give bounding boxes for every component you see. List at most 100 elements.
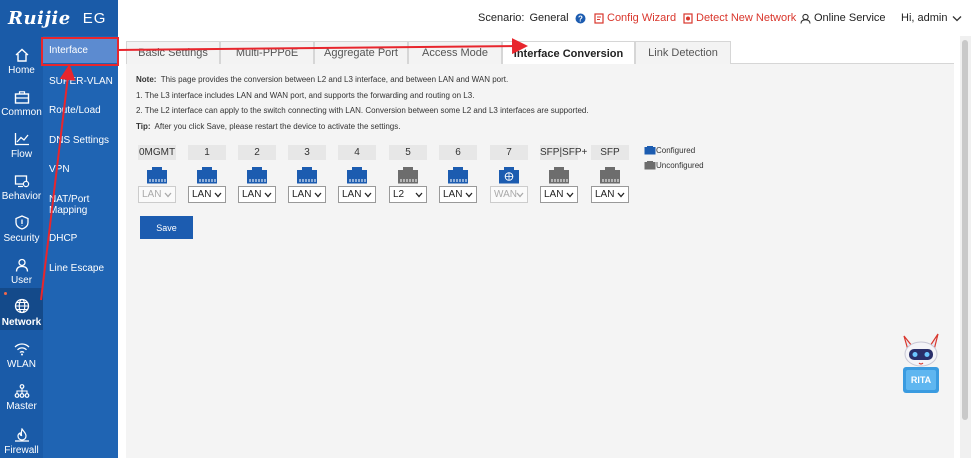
port-unconfigured-icon xyxy=(644,161,656,170)
note-block: Note: This page provides the conversion … xyxy=(136,72,589,134)
nav-label: Security xyxy=(3,233,40,244)
save-button[interactable]: Save xyxy=(140,216,193,239)
port-mode-select[interactable]: LAN xyxy=(188,186,226,203)
nav-item-network[interactable]: Network xyxy=(0,288,43,330)
note-line: Tip: After you click Save, please restar… xyxy=(136,119,589,135)
port-column: 5 xyxy=(389,145,427,186)
nav-item-common[interactable]: Common xyxy=(0,78,43,120)
port-configured-icon[interactable] xyxy=(188,164,226,186)
nav-label: Flow xyxy=(10,149,33,160)
config-wizard-link[interactable]: Config Wizard xyxy=(594,12,676,24)
nav-item-flow[interactable]: Flow xyxy=(0,120,43,162)
note-line: Note: This page provides the conversion … xyxy=(136,72,589,88)
subnav-item-interface[interactable]: Interface xyxy=(43,39,118,63)
tab-aggregate-port[interactable]: Aggregate Port xyxy=(314,41,408,64)
port-mode-value: LAN xyxy=(342,189,362,200)
port-mode-select[interactable]: LAN xyxy=(540,186,578,203)
nav-label: Behavior xyxy=(1,191,42,202)
port-column: SFP|SFP+ xyxy=(540,145,588,186)
nav-item-user[interactable]: User xyxy=(0,246,43,288)
port-configured-icon xyxy=(644,146,656,155)
port-mode-value: WAN xyxy=(494,189,517,200)
tab-link-detection[interactable]: Link Detection xyxy=(635,41,731,64)
user-icon xyxy=(15,258,28,272)
nav-item-wlan[interactable]: WLAN xyxy=(0,330,43,372)
nav-item-home[interactable]: Home xyxy=(0,36,43,78)
svg-text:?: ? xyxy=(578,14,583,23)
tab-basic-settings[interactable]: Basic Settings xyxy=(126,41,220,64)
port-column: 6 xyxy=(439,145,477,186)
port-configured-icon[interactable] xyxy=(439,164,477,186)
subnav-item-dns-settings[interactable]: DNS Settings xyxy=(43,135,118,146)
port-mode-value: LAN xyxy=(443,189,463,200)
headset-icon xyxy=(800,13,811,24)
tab-bar: Basic Settings Multi-PPPoE Aggregate Por… xyxy=(126,41,954,65)
port-mode-select[interactable]: LAN xyxy=(338,186,376,203)
port-mode-value: L2 xyxy=(393,189,405,200)
port-name: 4 xyxy=(338,145,376,160)
port-mode-select[interactable]: L2 xyxy=(389,186,427,203)
port-mode-select[interactable]: LAN xyxy=(591,186,629,203)
tab-multi-pppoe[interactable]: Multi-PPPoE xyxy=(220,41,314,64)
tab-interface-conversion[interactable]: Interface Conversion xyxy=(502,41,635,65)
note-label: Note: xyxy=(136,75,157,84)
subnav-item-vpn[interactable]: VPN xyxy=(43,164,118,175)
online-service-label: Online Service xyxy=(814,12,886,24)
subnav-item-line-escape[interactable]: Line Escape xyxy=(43,263,118,274)
subnav-item-dhcp[interactable]: DHCP xyxy=(43,233,118,244)
nav-label: Firewall xyxy=(4,445,39,456)
chevron-down-icon xyxy=(314,190,322,201)
user-menu[interactable]: Hi, admin xyxy=(901,12,962,24)
port-configured-icon[interactable] xyxy=(238,164,276,186)
chevron-down-icon xyxy=(617,190,625,201)
port-unconfigured-icon[interactable] xyxy=(540,164,578,186)
port-name: 5 xyxy=(389,145,427,160)
nav-label: User xyxy=(10,275,33,286)
subnav-item-route-load[interactable]: Route/Load xyxy=(43,105,118,116)
subnav-item-nat-port-mapping[interactable]: NAT/Port Mapping xyxy=(43,194,103,216)
port-configured-icon[interactable] xyxy=(288,164,326,186)
port-column: 0MGMT xyxy=(138,145,176,186)
port-configured-icon[interactable] xyxy=(338,164,376,186)
chevron-down-icon xyxy=(214,190,222,201)
nav-item-firewall[interactable]: Firewall xyxy=(0,414,43,458)
user-greeting: Hi, admin xyxy=(901,12,948,24)
wizard-icon xyxy=(594,12,604,24)
content-area: Note: This page provides the conversion … xyxy=(126,64,954,458)
port-unconfigured-icon[interactable] xyxy=(591,164,629,186)
port-mode-select[interactable]: LAN xyxy=(288,186,326,203)
port-configured-icon[interactable] xyxy=(138,164,176,186)
port-column: 1 xyxy=(188,145,226,186)
tab-access-mode[interactable]: Access Mode xyxy=(408,41,502,64)
nav-item-master[interactable]: Master xyxy=(0,372,43,414)
home-icon xyxy=(15,48,28,62)
port-configured-icon[interactable] xyxy=(490,164,528,186)
vertical-scrollbar[interactable] xyxy=(960,36,971,458)
notification-dot xyxy=(4,292,7,295)
help-icon[interactable]: ? xyxy=(575,13,586,24)
detect-network-link[interactable]: Detect New Network xyxy=(683,12,796,24)
online-service-link[interactable]: Online Service xyxy=(800,12,886,24)
port-mode-select[interactable]: LAN xyxy=(238,186,276,203)
rita-assistant[interactable]: RITA xyxy=(898,330,944,396)
port-mode-select[interactable]: LAN xyxy=(439,186,477,203)
scrollbar-thumb[interactable] xyxy=(962,40,968,420)
port-unconfigured-icon[interactable] xyxy=(389,164,427,186)
port-column: 7 xyxy=(490,145,528,186)
port-mode-value: LAN xyxy=(595,189,615,200)
port-name: SFP|SFP+ xyxy=(540,145,588,160)
nav-item-security[interactable]: Security xyxy=(0,204,43,246)
chevron-down-icon xyxy=(164,190,172,201)
port-column: 3 xyxy=(288,145,326,186)
subnav-item-super-vlan[interactable]: SUPER-VLAN xyxy=(43,76,118,87)
chevron-down-icon xyxy=(465,190,473,201)
port-column: 4 xyxy=(338,145,376,186)
firewall-icon xyxy=(14,428,29,442)
chevron-down-icon xyxy=(516,190,524,201)
nav-item-behavior[interactable]: Behavior xyxy=(0,162,43,204)
product-name: EG xyxy=(82,9,107,27)
scenario-selector[interactable]: Scenario: General ? xyxy=(478,12,586,24)
tip-label: Tip: xyxy=(136,121,151,131)
nav-label: Master xyxy=(6,401,37,412)
legend-unconfigured-label: Unconfigured xyxy=(656,161,704,170)
